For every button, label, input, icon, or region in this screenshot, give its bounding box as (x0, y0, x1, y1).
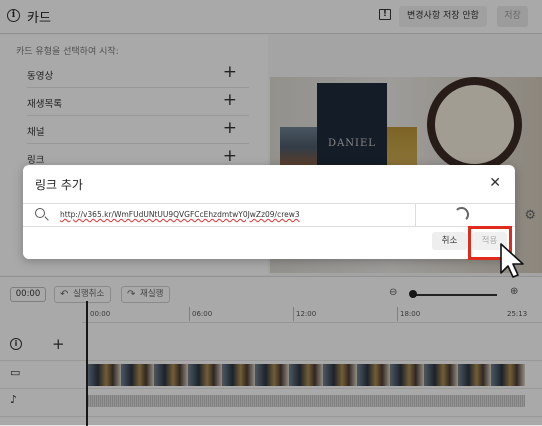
dialog-title: 링크 추가 (35, 178, 83, 192)
cancel-button[interactable]: 취소 (432, 232, 467, 250)
loading-spinner-icon (454, 207, 469, 222)
field-divider (415, 204, 416, 227)
url-field[interactable]: http://v365.kr/WmFUdUNtUU9QVGFCcEhzdmtwY… (23, 203, 515, 227)
mouse-cursor-icon (500, 243, 524, 278)
search-icon (35, 208, 45, 218)
url-input-value[interactable]: http://v365.kr/WmFUdUNtUU9QVGFCcEhzdmtwY… (60, 210, 300, 219)
add-link-dialog: 링크 추가 ✕ http://v365.kr/WmFUdUNtUU9QVGFCc… (23, 165, 515, 259)
close-icon[interactable]: ✕ (489, 175, 501, 191)
